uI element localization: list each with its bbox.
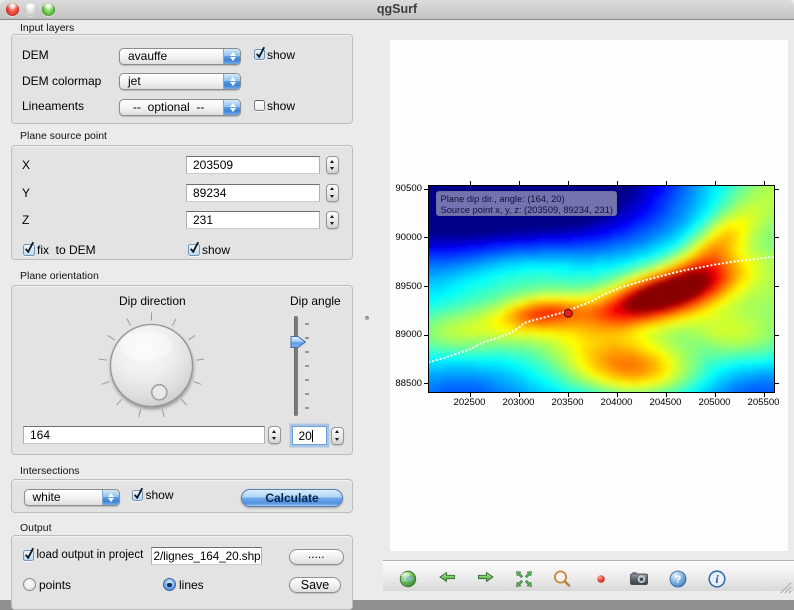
svg-text:?: ?	[675, 574, 682, 586]
